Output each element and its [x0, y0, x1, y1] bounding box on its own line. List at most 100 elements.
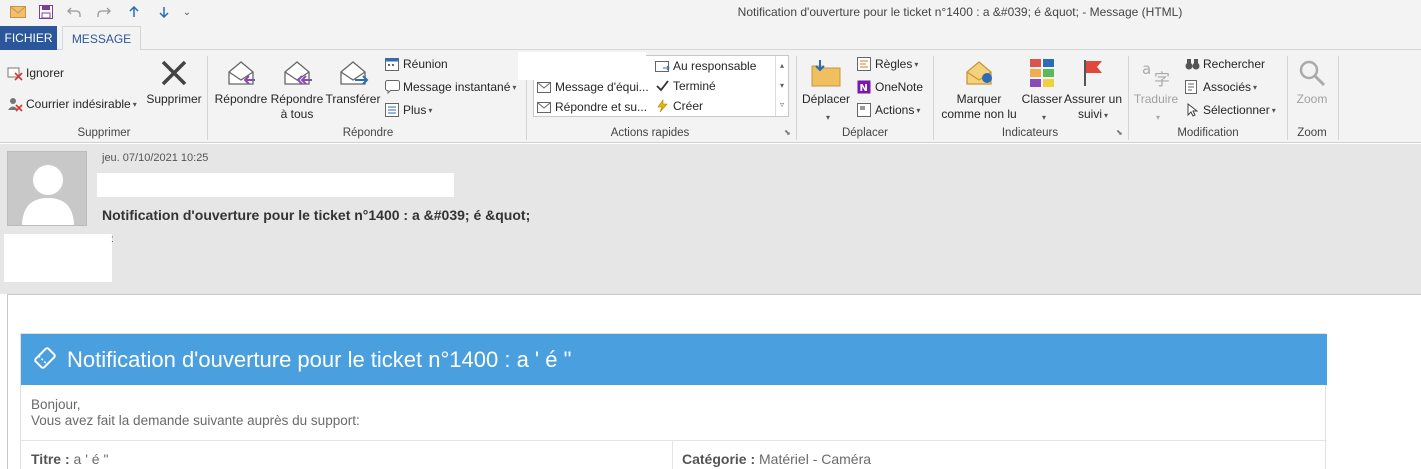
translate-icon: a字: [1142, 60, 1170, 88]
ignore-label: Ignorer: [26, 66, 65, 80]
tab-message[interactable]: MESSAGE: [62, 26, 141, 51]
group-label-delete: Supprimer: [77, 127, 131, 139]
zoom-button[interactable]: Zoom: [1290, 56, 1334, 126]
instant-message-label: Message instantané: [403, 80, 511, 94]
dialog-launcher-icon[interactable]: ⬊: [784, 128, 791, 137]
quickstep-to-manager[interactable]: Au responsable: [654, 56, 756, 76]
group-separator: [1338, 56, 1339, 140]
actions-label: Actions: [875, 103, 915, 117]
forward-button[interactable]: Transférer: [325, 56, 381, 126]
group-label-reply: Répondre: [342, 127, 394, 139]
binoculars-icon: [1184, 56, 1200, 72]
ignore-button[interactable]: Ignorer: [7, 63, 64, 83]
delete-label: Supprimer: [146, 92, 202, 106]
categorize-icon: [1030, 59, 1054, 87]
chat-icon: [384, 79, 400, 95]
svg-text:a: a: [1142, 60, 1151, 78]
junk-label: Courrier indésirable: [26, 97, 131, 111]
gallery-expand-icon[interactable]: ▿: [776, 96, 788, 114]
find-label: Rechercher: [1203, 57, 1266, 71]
actions-button[interactable]: Actions ▾: [856, 100, 920, 120]
scroll-up-icon[interactable]: ▴: [776, 56, 788, 76]
message-body: Notification d'ouverture pour le ticket …: [7, 294, 1421, 469]
categorize-button[interactable]: Classer ▾: [1020, 56, 1064, 126]
mark-unread-label: Marquer comme non lu: [941, 92, 1017, 121]
reply-button[interactable]: Répondre: [213, 56, 269, 126]
group-separator: [207, 56, 208, 140]
group-label-editing: Modification: [1177, 127, 1239, 139]
arrow-down-icon[interactable]: [154, 3, 174, 21]
delete-button[interactable]: Supprimer: [144, 56, 204, 126]
scroll-down-icon[interactable]: ▾: [776, 76, 788, 96]
chevron-down-icon: ▾: [916, 105, 921, 115]
junk-icon: [7, 96, 23, 112]
gallery-scroll[interactable]: ▴ ▾ ▿: [775, 56, 788, 116]
ribbon-tabs: FICHIER MESSAGE: [0, 26, 1421, 51]
chevron-down-icon: ▾: [1253, 82, 1258, 92]
create-label: Créer: [673, 99, 704, 113]
group-label-zoom: Zoom: [1297, 127, 1327, 139]
quickstep-team-message[interactable]: Message d'équi...: [536, 77, 649, 97]
card-title: Notification d'ouverture pour le ticket …: [67, 347, 572, 372]
avatar: [7, 151, 87, 226]
flag-icon: [1084, 60, 1102, 86]
tab-file[interactable]: FICHIER: [0, 26, 57, 50]
related-button[interactable]: Associés ▾: [1184, 77, 1257, 97]
recipients-redacted: [4, 234, 112, 282]
card-header: Notification d'ouverture pour le ticket …: [21, 334, 1327, 385]
undo-icon[interactable]: [64, 3, 84, 21]
field-category: Catégorie : Matériel - Caméra: [682, 451, 871, 467]
quickstep-reply-delete[interactable]: Répondre et su...: [536, 97, 647, 117]
onenote-button[interactable]: N OneNote: [856, 77, 923, 97]
mark-unread-button[interactable]: Marquer comme non lu: [937, 56, 1021, 126]
instant-message-button[interactable]: Message instantané ▾: [384, 77, 516, 97]
cursor-icon: [1184, 102, 1200, 118]
checkmark-icon: [654, 78, 670, 94]
person-icon: [22, 165, 74, 225]
categorize-label: Classer: [1021, 92, 1063, 106]
message-subject: Notification d'ouverture pour le ticket …: [102, 207, 531, 223]
onenote-icon: N: [856, 79, 872, 95]
translate-button[interactable]: a字 Traduire ▾: [1131, 56, 1181, 126]
move-button[interactable]: Déplacer ▾: [800, 56, 852, 126]
save-icon[interactable]: [36, 3, 56, 21]
follow-up-button[interactable]: Assurer un suivi ▾: [1063, 56, 1123, 126]
magnifier-icon: [1299, 60, 1326, 87]
rules-icon: [856, 56, 872, 72]
divider: [21, 440, 1327, 441]
quickstep-create[interactable]: Créer: [654, 96, 703, 116]
lightning-icon: [654, 98, 670, 114]
select-label: Sélectionner: [1203, 103, 1270, 117]
select-button[interactable]: Sélectionner ▾: [1184, 100, 1276, 120]
reply-all-button[interactable]: Répondre à tous: [268, 56, 326, 126]
notification-card: Notification d'ouverture pour le ticket …: [20, 333, 1327, 469]
more-button[interactable]: Plus ▾: [384, 100, 432, 120]
customize-qat-button[interactable]: ⌄: [180, 3, 194, 21]
redacted-block: [518, 52, 646, 80]
chevron-down-icon: ▾: [1155, 113, 1160, 122]
chevron-down-icon: ▾: [914, 59, 919, 69]
quickstep-done[interactable]: Terminé: [654, 76, 716, 96]
reply-icon: [228, 61, 255, 85]
reply-label: Répondre: [214, 92, 268, 106]
chevron-down-icon: ▾: [825, 113, 830, 122]
to-manager-label: Au responsable: [673, 59, 757, 73]
related-icon: [1184, 79, 1200, 95]
arrow-up-icon[interactable]: [124, 3, 144, 21]
rules-button[interactable]: Règles ▾: [856, 54, 918, 74]
dialog-launcher-icon[interactable]: ⬊: [1116, 128, 1123, 137]
recipients-colon: :: [111, 234, 114, 245]
meeting-button[interactable]: Réunion: [384, 54, 448, 74]
move-label: Déplacer: [801, 92, 851, 106]
redo-icon[interactable]: [94, 3, 114, 21]
find-button[interactable]: Rechercher: [1184, 54, 1265, 74]
chevron-down-icon: ▾: [428, 105, 433, 115]
mark-unread-icon: [966, 61, 992, 85]
forward-icon: [340, 61, 369, 85]
group-label-move: Déplacer: [841, 127, 889, 139]
chevron-down-icon: ▾: [132, 99, 137, 109]
done-label: Terminé: [673, 79, 716, 93]
title-bar: ⌄ Notification d'ouverture pour le ticke…: [0, 0, 1421, 26]
related-label: Associés: [1203, 80, 1252, 94]
junk-mail-button[interactable]: Courrier indésirable ▾: [7, 94, 137, 114]
